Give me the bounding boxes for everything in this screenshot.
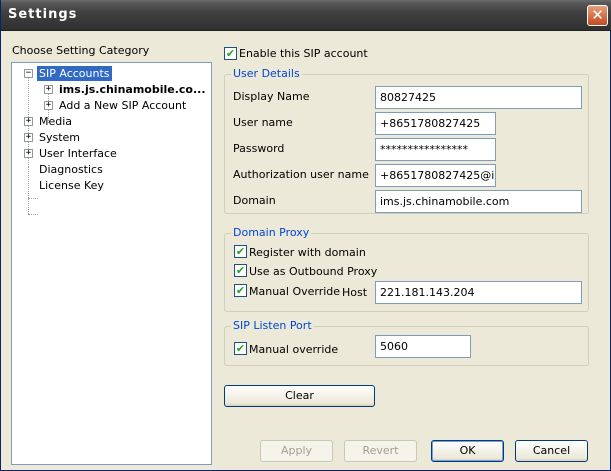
window-title: Settings <box>8 7 78 22</box>
manual-port-label: Manual override <box>249 343 339 356</box>
apply-button[interactable]: Apply <box>260 440 333 462</box>
tree-item-label: Add a New SIP Account <box>59 99 187 112</box>
host-field[interactable]: 221.181.143.204 <box>375 281 582 304</box>
password-label: Password <box>233 142 285 155</box>
manual-override-checkbox[interactable]: ✔ <box>234 284 247 297</box>
tree-item-add-sip-account[interactable]: + Add a New SIP Account <box>44 98 204 113</box>
password-field[interactable]: **************** <box>375 138 496 161</box>
category-tree[interactable]: − SIP Accounts + ims.js.chinamobile.co..… <box>11 62 212 465</box>
revert-button[interactable]: Revert <box>344 440 417 462</box>
tree-label: Choose Setting Category <box>12 44 150 57</box>
tree-item-label: User Interface <box>39 147 117 160</box>
tree-item-license-key[interactable]: License Key <box>24 178 144 193</box>
collapse-icon[interactable]: − <box>24 69 33 78</box>
host-label: Host <box>342 286 368 299</box>
tree-item-user-interface[interactable]: + User Interface <box>24 146 144 161</box>
settings-window: Settings ✕ Choose Setting Category − SIP… <box>0 0 611 471</box>
clear-button[interactable]: Clear <box>224 385 375 407</box>
tree-item-label: ims.js.chinamobile.co... <box>59 83 206 96</box>
group-title: SIP Listen Port <box>231 319 314 332</box>
tree-item-label: Media <box>39 115 73 128</box>
manual-override-label: Manual Override <box>249 285 341 298</box>
outbound-proxy-label: Use as Outbound Proxy <box>249 265 378 278</box>
register-domain-checkbox[interactable]: ✔ <box>234 245 247 258</box>
user-name-label: User name <box>233 116 293 129</box>
outbound-proxy-checkbox[interactable]: ✔ <box>234 264 247 277</box>
domain-label: Domain <box>233 194 276 207</box>
enable-account-label: Enable this SIP account <box>239 47 368 60</box>
ok-button[interactable]: OK <box>431 440 504 462</box>
expand-icon[interactable]: + <box>24 117 33 126</box>
dialog-client: Choose Setting Category − SIP Accounts +… <box>4 31 608 467</box>
manual-port-checkbox[interactable]: ✔ <box>234 342 247 355</box>
auth-user-label: Authorization user name <box>233 168 369 181</box>
expand-icon[interactable]: + <box>44 101 53 110</box>
expand-icon[interactable]: + <box>24 149 33 158</box>
group-title: Domain Proxy <box>231 226 312 239</box>
close-button[interactable]: ✕ <box>587 5 608 26</box>
expand-icon[interactable]: + <box>44 85 53 94</box>
tree-item-media[interactable]: + Media <box>24 114 124 129</box>
tree-item-label: System <box>39 131 81 144</box>
group-title: User Details <box>231 67 302 80</box>
enable-account-checkbox[interactable]: ✔ <box>224 47 237 60</box>
expand-icon[interactable]: + <box>24 133 33 142</box>
tree-item-label: Diagnostics <box>39 163 103 176</box>
close-icon: ✕ <box>591 6 604 24</box>
register-domain-label: Register with domain <box>249 246 366 259</box>
display-name-field[interactable]: 80827425 <box>375 86 582 109</box>
auth-user-field[interactable]: +8651780827425@ims <box>375 164 496 187</box>
tree-item-sip-accounts[interactable]: − SIP Accounts <box>24 66 204 81</box>
tree-item-system[interactable]: + System <box>24 130 124 145</box>
display-name-label: Display Name <box>233 90 310 103</box>
tree-item-label: SIP Accounts <box>37 66 112 81</box>
cancel-button[interactable]: Cancel <box>515 440 588 462</box>
port-field[interactable]: 5060 <box>375 335 471 358</box>
domain-field[interactable]: ims.js.chinamobile.com <box>375 190 582 213</box>
title-bar[interactable]: Settings ✕ <box>1 0 611 31</box>
tree-item-diagnostics[interactable]: Diagnostics <box>24 162 144 177</box>
user-name-field[interactable]: +8651780827425 <box>375 112 496 135</box>
tree-item-ims-account[interactable]: + ims.js.chinamobile.co... <box>44 82 209 97</box>
tree-item-label: License Key <box>39 179 104 192</box>
